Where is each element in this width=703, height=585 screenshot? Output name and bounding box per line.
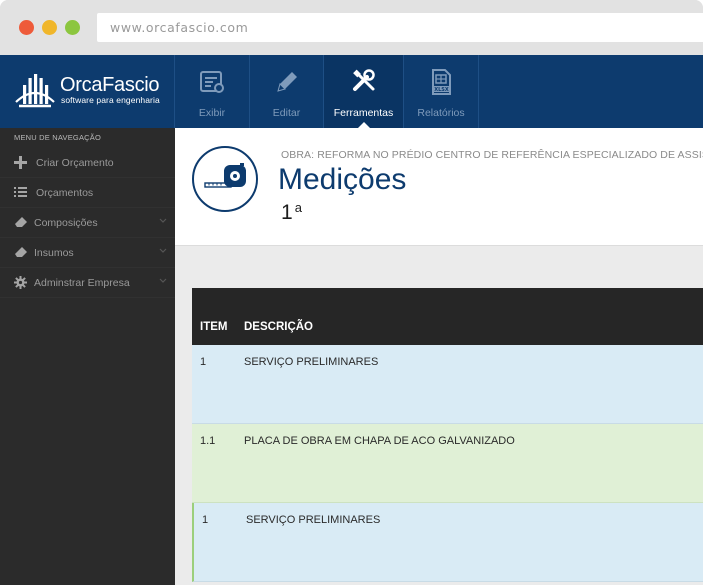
measurements-table: ITEM DESCRIÇÃO 1 SERVIÇO PRELIMINARES 1.…: [192, 288, 703, 582]
sidebar-heading: MENU DE NAVEGAÇÃO: [14, 133, 102, 142]
plus-icon: [14, 156, 27, 169]
app-viewport: OrcaFascio software para engenharia Exib…: [0, 55, 703, 585]
main-content: OBRA: REFORMA NO PRÉDIO CENTRO DE REFERÊ…: [175, 128, 703, 585]
sidebar-nav: MENU DE NAVEGAÇÃO Criar Orçamento Orçame…: [0, 128, 175, 585]
measurement-number: 1a: [281, 200, 302, 225]
toolbar-ferramentas-button[interactable]: Ferramentas: [324, 55, 404, 128]
toolbar-editar-button[interactable]: Editar: [250, 55, 324, 128]
sidebar-item-composicoes[interactable]: Composições: [0, 208, 175, 238]
sidebar-item-label: Orçamentos: [36, 187, 94, 199]
logo-mark-icon: [15, 74, 55, 108]
sidebar-item-administrar-empresa[interactable]: Adminstrar Empresa: [0, 268, 175, 298]
sidebar-item-criar-orcamento[interactable]: Criar Orçamento: [0, 148, 175, 178]
tools-icon: [352, 69, 375, 91]
table-row[interactable]: 1.1 PLACA DE OBRA EM CHAPA DE ACO GALVAN…: [192, 424, 703, 503]
toolbar-relatorios-label: Relatórios: [417, 107, 465, 119]
toolbar-editar-label: Editar: [272, 107, 301, 119]
chevron-down-icon: [159, 248, 167, 253]
chevron-down-icon: [159, 278, 167, 283]
measurement-number-value: 1: [281, 201, 293, 224]
tape-measure-icon: [204, 163, 246, 188]
table-row[interactable]: 1 SERVIÇO PRELIMINARES: [192, 345, 703, 424]
list-view-icon: [200, 71, 224, 93]
sidebar-item-insumos[interactable]: Insumos: [0, 238, 175, 268]
row-item-cell: 1: [202, 514, 209, 526]
sidebar-item-label: Adminstrar Empresa: [34, 277, 130, 289]
chevron-down-icon: [159, 218, 167, 223]
row-description-cell: PLACA DE OBRA EM CHAPA DE ACO GALVANIZAD…: [244, 435, 515, 447]
brand-name: OrcaFascio: [60, 74, 160, 96]
sidebar-item-label: Composições: [34, 217, 98, 229]
sidebar-item-orcamentos[interactable]: Orçamentos: [0, 178, 175, 208]
close-window-dot[interactable]: [19, 20, 34, 35]
row-description-cell: SERVIÇO PRELIMINARES: [246, 514, 381, 526]
eraser-icon: [15, 217, 27, 227]
toolbar-exibir-button[interactable]: Exibir: [175, 55, 250, 128]
table-row[interactable]: 1 SERVIÇO PRELIMINARES: [192, 503, 703, 582]
project-name: OBRA: REFORMA NO PRÉDIO CENTRO DE REFERÊ…: [281, 149, 703, 161]
toolbar-ferramentas-label: Ferramentas: [333, 107, 394, 119]
page-title: Medições: [278, 163, 407, 196]
sidebar-item-label: Criar Orçamento: [36, 157, 114, 169]
gear-icon: [14, 276, 27, 289]
column-header-descricao[interactable]: DESCRIÇÃO: [244, 321, 313, 333]
list-icon: [14, 187, 27, 197]
table-header: ITEM DESCRIÇÃO: [192, 288, 703, 345]
eraser-icon: [15, 247, 27, 257]
pencil-icon: [276, 72, 297, 92]
row-description-cell: SERVIÇO PRELIMINARES: [244, 356, 379, 368]
address-bar[interactable]: www.orcafascio.com: [97, 13, 703, 42]
maximize-window-dot[interactable]: [65, 20, 80, 35]
sidebar-item-label: Insumos: [34, 247, 74, 259]
row-item-cell: 1: [200, 356, 207, 368]
top-toolbar: OrcaFascio software para engenharia Exib…: [0, 55, 703, 128]
toolbar-exibir-label: Exibir: [198, 107, 226, 119]
svg-text:XLSX: XLSX: [434, 87, 449, 93]
brand-tagline: software para engenharia: [61, 95, 160, 105]
browser-window: www.orcafascio.com OrcaFascio software p…: [0, 0, 703, 585]
page-header: OBRA: REFORMA NO PRÉDIO CENTRO DE REFERÊ…: [175, 128, 703, 246]
brand-logo[interactable]: OrcaFascio software para engenharia: [0, 55, 175, 128]
minimize-window-dot[interactable]: [42, 20, 57, 35]
toolbar-relatorios-button[interactable]: XLSX Relatórios: [404, 55, 479, 128]
page-icon-badge: [192, 146, 258, 212]
measurement-number-suffix: a: [294, 200, 302, 215]
xlsx-file-icon: XLSX: [432, 69, 451, 95]
row-item-cell: 1.1: [200, 435, 216, 447]
browser-chrome: www.orcafascio.com: [0, 0, 703, 55]
column-header-item[interactable]: ITEM: [200, 321, 227, 333]
